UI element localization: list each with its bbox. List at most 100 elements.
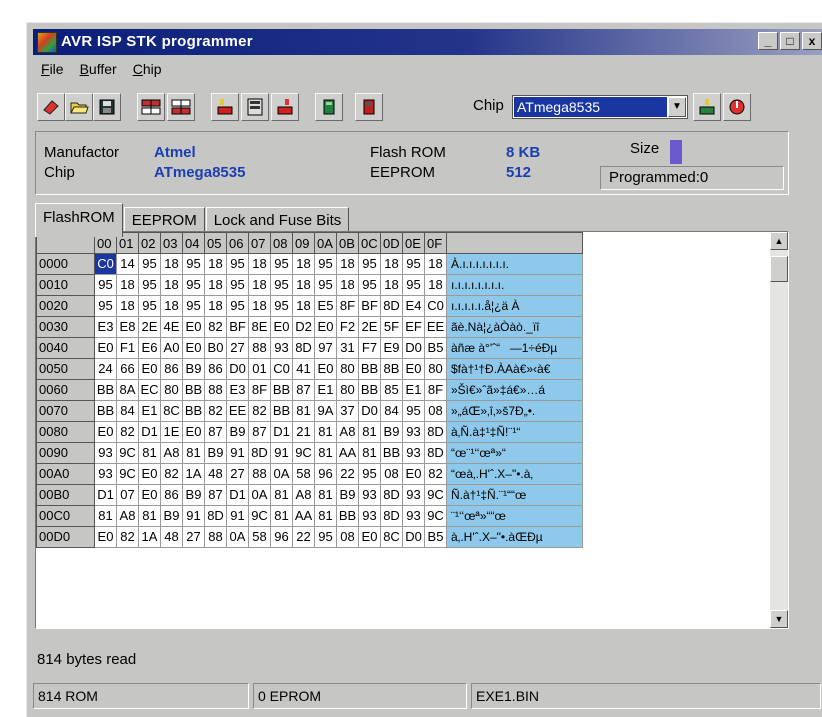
- chevron-down-icon[interactable]: ▼: [668, 97, 686, 117]
- hex-byte-cell[interactable]: 22: [292, 526, 315, 548]
- open-button[interactable]: [65, 93, 93, 121]
- hex-byte-cell[interactable]: AA: [336, 442, 359, 464]
- hex-byte-cell[interactable]: E0: [402, 463, 425, 485]
- hex-byte-cell[interactable]: E0: [402, 358, 425, 380]
- hex-byte-cell[interactable]: 87: [248, 421, 271, 443]
- hex-byte-cell[interactable]: E0: [314, 316, 337, 338]
- hex-byte-cell[interactable]: F1: [116, 337, 139, 359]
- hex-byte-cell[interactable]: 80: [336, 358, 359, 380]
- hex-byte-cell[interactable]: 81: [94, 505, 117, 527]
- hex-byte-cell[interactable]: 95: [138, 274, 161, 296]
- hex-byte-cell[interactable]: E9: [380, 337, 403, 359]
- hex-byte-cell[interactable]: 95: [182, 295, 205, 317]
- hex-byte-cell[interactable]: 01: [248, 358, 271, 380]
- hex-byte-cell[interactable]: 95: [226, 274, 249, 296]
- hex-byte-cell[interactable]: B5: [424, 526, 447, 548]
- hex-byte-cell[interactable]: 8D: [292, 337, 315, 359]
- hex-byte-cell[interactable]: E0: [94, 421, 117, 443]
- hex-byte-cell[interactable]: 18: [204, 295, 227, 317]
- hex-byte-cell[interactable]: 9C: [424, 505, 447, 527]
- hex-byte-cell[interactable]: D2: [292, 316, 315, 338]
- hex-byte-cell[interactable]: 8C: [380, 526, 403, 548]
- read-flash-button[interactable]: [137, 93, 165, 121]
- scroll-up-icon[interactable]: ▲: [770, 232, 788, 250]
- hex-byte-cell[interactable]: B5: [424, 337, 447, 359]
- hex-byte-cell[interactable]: 87: [292, 379, 315, 401]
- hex-byte-cell[interactable]: BB: [182, 400, 205, 422]
- hex-byte-cell[interactable]: 1E: [160, 421, 183, 443]
- hex-byte-cell[interactable]: 18: [424, 253, 447, 275]
- hex-byte-cell[interactable]: BB: [380, 442, 403, 464]
- hex-byte-cell[interactable]: B9: [204, 442, 227, 464]
- hex-byte-cell[interactable]: 31: [336, 337, 359, 359]
- hex-byte-cell[interactable]: F2: [336, 316, 359, 338]
- hex-byte-cell[interactable]: BB: [336, 505, 359, 527]
- hex-byte-cell[interactable]: 22: [336, 463, 359, 485]
- hex-byte-cell[interactable]: 27: [226, 337, 249, 359]
- hex-byte-cell[interactable]: 82: [204, 400, 227, 422]
- hex-byte-cell[interactable]: 91: [182, 505, 205, 527]
- hex-byte-cell[interactable]: 21: [292, 421, 315, 443]
- hex-byte-cell[interactable]: 18: [336, 274, 359, 296]
- hex-byte-cell[interactable]: 80: [424, 358, 447, 380]
- hex-byte-cell[interactable]: E0: [358, 526, 381, 548]
- hex-byte-cell[interactable]: 88: [204, 379, 227, 401]
- hex-byte-cell[interactable]: 81: [138, 505, 161, 527]
- hex-byte-cell[interactable]: 95: [402, 400, 425, 422]
- hex-byte-cell[interactable]: E3: [94, 316, 117, 338]
- chip-select[interactable]: ATmega8535 ▼: [512, 95, 688, 119]
- hex-byte-cell[interactable]: 93: [402, 421, 425, 443]
- hex-byte-cell[interactable]: 81: [314, 421, 337, 443]
- tab-flashrom[interactable]: FlashROM: [35, 203, 123, 237]
- hex-byte-cell[interactable]: A8: [116, 505, 139, 527]
- hex-byte-cell[interactable]: 1A: [138, 526, 161, 548]
- hex-byte-cell[interactable]: BB: [182, 379, 205, 401]
- hex-byte-cell[interactable]: 58: [292, 463, 315, 485]
- hex-byte-cell[interactable]: 18: [292, 295, 315, 317]
- hex-byte-cell[interactable]: 18: [248, 295, 271, 317]
- hex-byte-cell[interactable]: 86: [160, 358, 183, 380]
- hex-byte-cell[interactable]: 8D: [380, 505, 403, 527]
- hex-byte-cell[interactable]: 95: [270, 274, 293, 296]
- hex-byte-cell[interactable]: 95: [314, 274, 337, 296]
- hex-byte-cell[interactable]: EE: [424, 316, 447, 338]
- hex-byte-cell[interactable]: E1: [402, 379, 425, 401]
- hex-byte-cell[interactable]: 2E: [138, 316, 161, 338]
- menu-file[interactable]: File: [41, 61, 64, 83]
- hex-byte-cell[interactable]: 95: [182, 274, 205, 296]
- hex-byte-cell[interactable]: 82: [116, 421, 139, 443]
- hex-byte-cell[interactable]: 87: [204, 484, 227, 506]
- hex-byte-cell[interactable]: EF: [402, 316, 425, 338]
- hex-byte-cell[interactable]: B9: [336, 484, 359, 506]
- hex-byte-cell[interactable]: 95: [358, 463, 381, 485]
- hex-byte-cell[interactable]: E1: [314, 379, 337, 401]
- hex-byte-cell[interactable]: 18: [292, 274, 315, 296]
- hex-byte-cell[interactable]: EE: [226, 400, 249, 422]
- hex-byte-cell[interactable]: 18: [380, 253, 403, 275]
- hex-byte-cell[interactable]: 87: [204, 421, 227, 443]
- hex-byte-cell[interactable]: 93: [270, 337, 293, 359]
- hex-byte-cell[interactable]: 37: [336, 400, 359, 422]
- hex-byte-cell[interactable]: 66: [116, 358, 139, 380]
- hex-byte-cell[interactable]: 8C: [160, 400, 183, 422]
- hex-byte-cell[interactable]: 91: [226, 442, 249, 464]
- hex-byte-cell[interactable]: 96: [270, 526, 293, 548]
- hex-byte-cell[interactable]: 93: [402, 484, 425, 506]
- hex-byte-cell[interactable]: E3: [226, 379, 249, 401]
- hex-byte-cell[interactable]: 5F: [380, 316, 403, 338]
- hex-byte-cell[interactable]: 95: [314, 526, 337, 548]
- hex-byte-cell[interactable]: 80: [336, 379, 359, 401]
- write-eeprom-button[interactable]: [271, 93, 299, 121]
- buffer-button[interactable]: [241, 93, 269, 121]
- hex-byte-cell[interactable]: 95: [138, 253, 161, 275]
- minimize-button[interactable]: _: [758, 32, 778, 50]
- title-bar[interactable]: AVR ISP STK programmer _ □ x: [33, 29, 822, 55]
- hex-byte-cell[interactable]: A8: [160, 442, 183, 464]
- hex-byte-cell[interactable]: EC: [138, 379, 161, 401]
- hex-byte-cell[interactable]: 41: [292, 358, 315, 380]
- hex-byte-cell[interactable]: BB: [270, 379, 293, 401]
- hex-byte-cell[interactable]: 18: [424, 274, 447, 296]
- hex-byte-cell[interactable]: BB: [94, 400, 117, 422]
- hex-byte-cell[interactable]: 81: [314, 505, 337, 527]
- hex-byte-cell[interactable]: 08: [336, 526, 359, 548]
